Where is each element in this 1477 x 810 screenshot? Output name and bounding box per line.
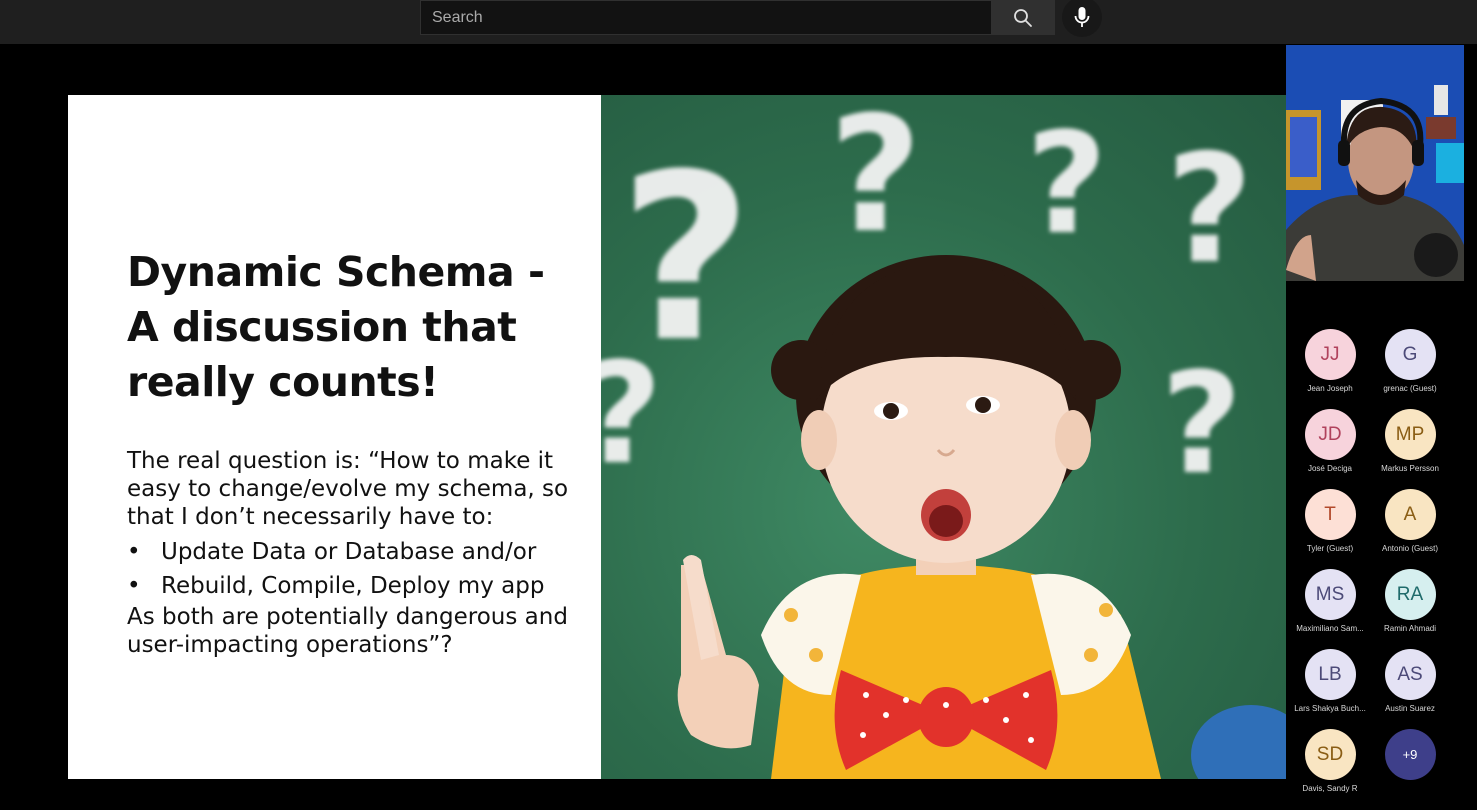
participant-name: Tyler (Guest) [1306, 544, 1354, 553]
participant-avatar: RA [1384, 569, 1436, 620]
participant-tile[interactable]: G grenac (Guest) [1370, 325, 1450, 405]
slide-photo: ? ? ? ? ? ? [601, 95, 1286, 779]
participant-name: grenac (Guest) [1383, 384, 1437, 393]
presenter-video-frame [1286, 45, 1464, 281]
participant-avatar: LB [1304, 649, 1356, 700]
participant-tile[interactable]: JD José Deciga [1290, 405, 1370, 485]
search-button[interactable] [991, 0, 1055, 35]
participant-name: Lars Shakya Buch... [1294, 704, 1366, 713]
slide-bullet-list: Update Data or Database and/or Rebuild, … [127, 535, 587, 603]
participant-tile[interactable]: AS Austin Suarez [1370, 645, 1450, 725]
participant-name: Maximiliano Sam... [1296, 624, 1364, 633]
slide-text-panel: Dynamic Schema - A discussion that reall… [68, 95, 601, 779]
presenter-video [1286, 45, 1464, 281]
participant-avatar: G [1384, 329, 1436, 380]
participant-avatar: MS [1304, 569, 1356, 620]
participant-avatar: A [1384, 489, 1436, 540]
participant-name: Davis, Sandy R [1302, 784, 1358, 793]
search-icon [1014, 8, 1032, 27]
participant-tile[interactable]: MS Maximiliano Sam... [1290, 565, 1370, 645]
shared-slide: Dynamic Schema - A discussion that reall… [68, 95, 1286, 779]
participant-avatar: SD [1304, 729, 1356, 780]
participant-name: Jean Joseph [1307, 384, 1353, 393]
participant-name: José Deciga [1307, 464, 1353, 473]
participant-avatar: MP [1384, 409, 1436, 460]
top-bar [0, 0, 1477, 44]
search-box[interactable] [420, 0, 991, 35]
participant-avatar: T [1304, 489, 1356, 540]
participant-tile[interactable]: T Tyler (Guest) [1290, 485, 1370, 565]
slide-body: The real question is: “How to make it ea… [127, 447, 587, 659]
child-illustration [677, 255, 1286, 779]
slide-title-line: really counts! [127, 358, 439, 406]
slide-title: Dynamic Schema - A discussion that reall… [127, 245, 567, 410]
search-input[interactable] [421, 1, 991, 34]
participant-tile[interactable]: JJ Jean Joseph [1290, 325, 1370, 405]
slide-bullet: Update Data or Database and/or [127, 535, 587, 569]
participant-name: Antonio (Guest) [1381, 544, 1439, 553]
slide-title-line: Dynamic Schema - [127, 248, 545, 296]
slide-body-intro: The real question is: “How to make it ea… [127, 448, 569, 530]
participant-avatar: JJ [1304, 329, 1356, 380]
participant-name: Markus Persson [1381, 464, 1439, 473]
slide-bullet: Rebuild, Compile, Deploy my app [127, 569, 587, 603]
participants-panel: JJ Jean Joseph G grenac (Guest) JD José … [1290, 325, 1470, 805]
participant-name: Austin Suarez [1385, 704, 1435, 713]
more-participants-tile[interactable]: +9 [1370, 725, 1450, 805]
participant-avatar: JD [1304, 409, 1356, 460]
participant-tile[interactable]: A Antonio (Guest) [1370, 485, 1450, 565]
voice-search-button[interactable] [1062, 0, 1102, 37]
participant-tile[interactable]: SD Davis, Sandy R [1290, 725, 1370, 805]
participant-tile[interactable]: LB Lars Shakya Buch... [1290, 645, 1370, 725]
more-participants-count[interactable]: +9 [1384, 729, 1436, 780]
microphone-icon [1074, 7, 1090, 27]
slide-body-outro: As both are potentially dangerous and us… [127, 604, 568, 658]
participant-tile[interactable]: MP Markus Persson [1370, 405, 1450, 485]
participant-avatar: AS [1384, 649, 1436, 700]
participant-name: Ramin Ahmadi [1383, 624, 1437, 633]
participant-tile[interactable]: RA Ramin Ahmadi [1370, 565, 1450, 645]
slide-title-line: A discussion that [127, 303, 517, 351]
